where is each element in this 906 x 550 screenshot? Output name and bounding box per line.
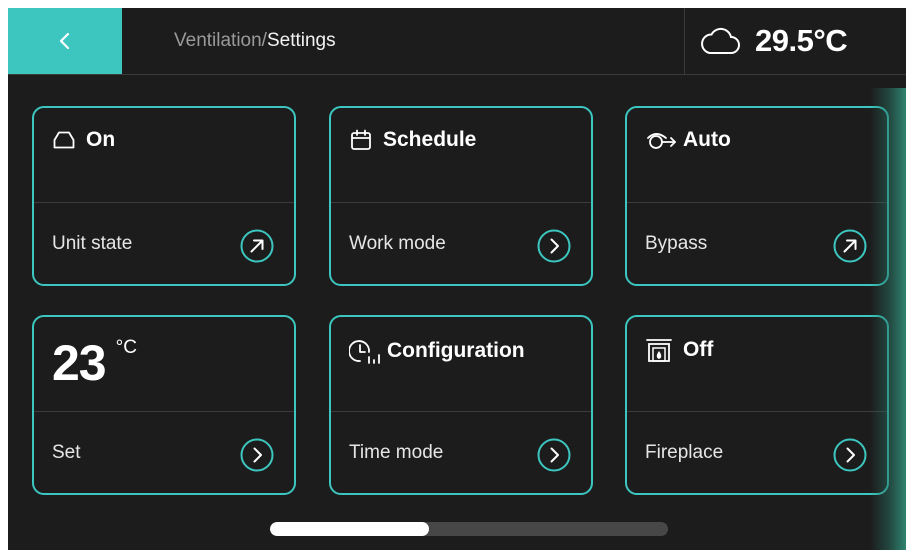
chevron-right-icon[interactable] — [833, 438, 867, 472]
bypass-tile[interactable]: Auto Bypass — [625, 106, 889, 286]
work-mode-tile[interactable]: Schedule Work mode — [329, 106, 593, 286]
scroll-edge-glow — [870, 88, 906, 550]
breadcrumb-current: Settings — [266, 30, 336, 51]
set-temp-unit: °C — [115, 337, 137, 358]
clock-bars-icon — [349, 340, 380, 364]
calendar-icon — [351, 129, 371, 150]
fireplace-icon — [646, 339, 672, 362]
unit-state-tile[interactable]: On Unit state — [32, 106, 296, 286]
tile-top: Schedule — [331, 108, 591, 203]
tile-top: Configuration — [331, 317, 591, 412]
header-bar: Ventilation/Settings 29.5°C — [8, 8, 906, 75]
time-mode-tile[interactable]: Configuration Time mode — [329, 315, 593, 495]
arrow-up-right-icon[interactable] — [240, 229, 274, 263]
breadcrumb-parent[interactable]: Ventilation/ — [174, 30, 267, 51]
chevron-right-icon[interactable] — [537, 438, 571, 472]
scrollbar-thumb[interactable] — [270, 522, 430, 536]
set-temp-value: 23 — [52, 335, 107, 391]
unit-icon — [53, 131, 75, 149]
ventilation-settings-screen: Ventilation/Settings 29.5°C On Unit stat… — [8, 8, 906, 550]
tile-top: 23 °C — [34, 317, 294, 412]
unit-state-value: On — [86, 128, 116, 151]
tile-top: Off — [627, 317, 887, 412]
back-button[interactable] — [8, 8, 122, 74]
time-mode-value: Configuration — [387, 339, 525, 362]
breadcrumb: Ventilation/Settings — [174, 8, 336, 74]
bypass-icon — [647, 133, 676, 149]
outdoor-weather: 29.5°C — [684, 8, 906, 74]
bypass-label: Bypass — [645, 233, 708, 254]
outdoor-temperature: 29.5°C — [755, 23, 848, 58]
set-temp-label: Set — [52, 442, 81, 463]
chevron-right-icon[interactable] — [240, 438, 274, 472]
arrow-up-right-icon[interactable] — [833, 229, 867, 263]
bypass-value: Auto — [683, 128, 731, 151]
fireplace-label: Fireplace — [645, 442, 724, 463]
work-mode-value: Schedule — [383, 128, 477, 151]
chevron-right-icon[interactable] — [537, 229, 571, 263]
unit-state-label: Unit state — [52, 233, 133, 254]
chevron-left-icon — [59, 32, 70, 50]
tile-top: Auto — [627, 108, 887, 203]
work-mode-label: Work mode — [349, 233, 446, 254]
set-temp-tile[interactable]: 23 °C Set — [32, 315, 296, 495]
fireplace-value: Off — [683, 338, 714, 361]
tile-top: On — [34, 108, 294, 203]
horizontal-scrollbar[interactable] — [270, 522, 668, 536]
fireplace-tile[interactable]: Off Fireplace — [625, 315, 889, 495]
time-mode-label: Time mode — [349, 442, 444, 463]
cloud-icon — [701, 27, 740, 54]
